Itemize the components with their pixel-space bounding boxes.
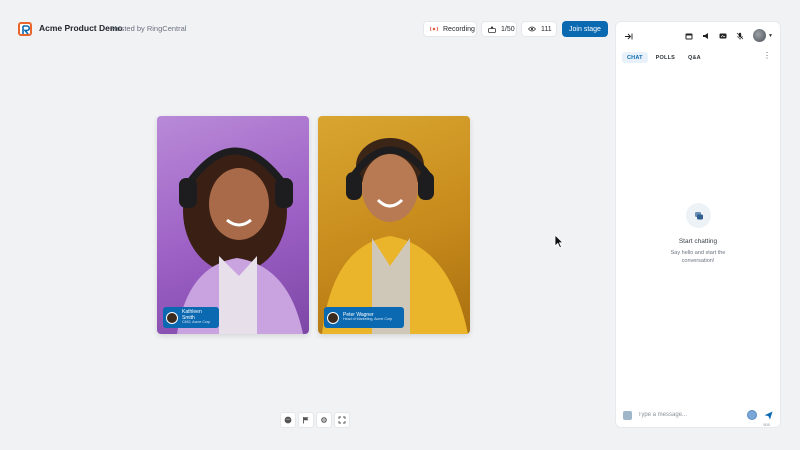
- empty-state-subtitle: Say hello and start the conversation!: [670, 250, 726, 264]
- settings-icon: [321, 417, 327, 423]
- more-options-icon[interactable]: ⋮: [763, 52, 771, 60]
- chat-message-input[interactable]: [638, 412, 741, 418]
- users-icon: [488, 26, 496, 33]
- chat-bubble-icon: [686, 203, 711, 228]
- attendees-count[interactable]: 1/50: [481, 21, 517, 37]
- participant-role: CMO, Acme Corp: [182, 319, 211, 324]
- participant-avatar: [327, 311, 339, 324]
- chevron-down-icon[interactable]: ▼: [768, 33, 773, 39]
- attendees-value: 1/50: [501, 25, 515, 33]
- participant-tile[interactable]: Kathleen Smith CMO, Acme Corp: [157, 116, 309, 334]
- send-icon[interactable]: [763, 410, 773, 420]
- participant-video-image: [322, 138, 468, 334]
- stage-controls: [280, 412, 350, 428]
- raise-hand-button[interactable]: [298, 412, 314, 428]
- emoji-icon: [284, 416, 292, 424]
- media-icon[interactable]: [718, 31, 728, 41]
- recording-label: Recording: [443, 25, 475, 33]
- tab-qa[interactable]: Q&A: [683, 52, 706, 63]
- emoji-picker-icon[interactable]: [747, 410, 757, 420]
- side-panel: ▼ CHAT POLLS Q&A ⋮ Start chatting Say he…: [615, 21, 781, 428]
- mouse-cursor-icon: [554, 234, 564, 249]
- participant-role: Head of Marketing, Acme Corp: [343, 317, 393, 322]
- app-logo-icon: [18, 22, 32, 36]
- participant-name-tag: Peter Wagner Head of Marketing, Acme Cor…: [324, 307, 404, 328]
- collapse-panel-icon[interactable]: [623, 31, 633, 41]
- fullscreen-button[interactable]: [334, 412, 350, 428]
- reactions-button[interactable]: [280, 412, 296, 428]
- join-stage-button[interactable]: Join stage: [562, 21, 608, 37]
- eye-icon: [528, 26, 536, 32]
- chat-composer: [616, 406, 780, 424]
- panel-tabs: CHAT POLLS Q&A: [622, 52, 706, 63]
- participant-name-tag: Kathleen Smith CMO, Acme Corp: [163, 307, 219, 328]
- participant-avatar: [166, 311, 178, 324]
- tab-chat[interactable]: CHAT: [622, 52, 648, 63]
- participant-tile[interactable]: Peter Wagner Head of Marketing, Acme Cor…: [318, 116, 470, 334]
- user-avatar[interactable]: [753, 29, 766, 42]
- settings-button[interactable]: [316, 412, 332, 428]
- viewers-count[interactable]: 111: [521, 21, 557, 37]
- attachment-icon[interactable]: [623, 410, 632, 420]
- mic-muted-icon[interactable]: [735, 31, 745, 41]
- tab-polls[interactable]: POLLS: [651, 52, 680, 63]
- fullscreen-icon: [338, 416, 346, 424]
- event-host: Hosted by RingCentral: [111, 24, 187, 33]
- empty-state-title: Start chatting: [678, 238, 718, 245]
- flag-icon: [303, 417, 309, 424]
- character-counter: 500: [763, 422, 770, 427]
- panel-toolbar: ▼: [616, 29, 780, 45]
- announcement-icon[interactable]: [701, 31, 711, 41]
- recording-indicator[interactable]: Recording: [423, 21, 477, 37]
- calendar-icon[interactable]: [684, 31, 694, 41]
- participant-video-image: [177, 147, 303, 334]
- viewers-value: 111: [541, 25, 552, 33]
- recording-icon: [430, 26, 438, 32]
